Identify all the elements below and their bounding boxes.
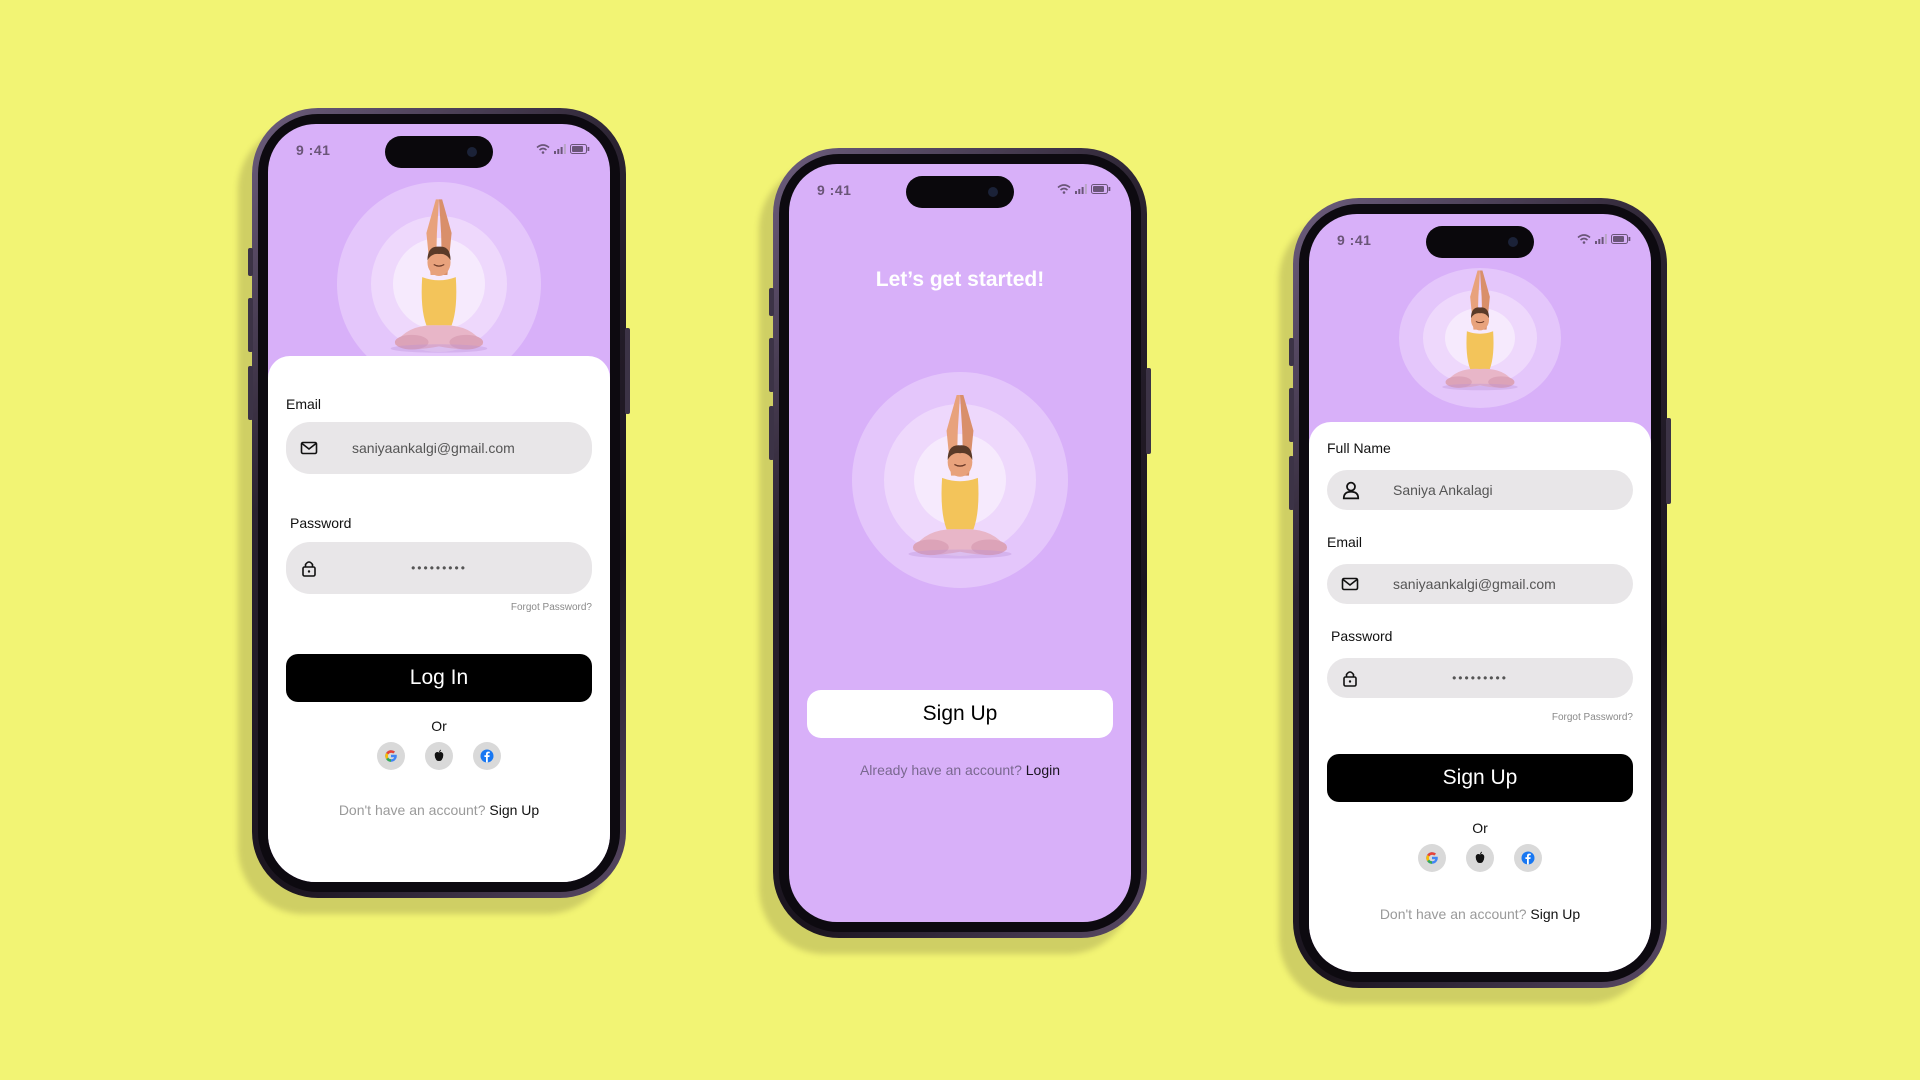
- battery-icon: [1091, 184, 1111, 194]
- forgot-password-link[interactable]: Forgot Password?: [1552, 712, 1633, 723]
- side-button: [1289, 456, 1294, 510]
- hero-illustration: [1399, 268, 1561, 408]
- signal-icon: [1075, 184, 1087, 194]
- welcome-title: Let’s get started!: [875, 268, 1045, 291]
- login-prompt: Already have an account? Login: [789, 762, 1131, 778]
- email-label: Email: [1327, 534, 1363, 550]
- facebook-button[interactable]: [1514, 844, 1542, 872]
- status-time: 9 :41: [296, 142, 331, 158]
- signup-link[interactable]: Sign Up: [489, 802, 539, 818]
- email-field[interactable]: saniyaankalgi@gmail.com: [1327, 564, 1633, 604]
- apple-icon: [434, 749, 444, 761]
- email-label: Email: [286, 396, 322, 412]
- hero-illustration: [852, 372, 1068, 588]
- apple-button[interactable]: [1466, 844, 1494, 872]
- dynamic-island: [385, 136, 493, 168]
- side-button: [625, 328, 630, 414]
- google-icon: [1426, 852, 1438, 864]
- google-icon: [385, 750, 397, 762]
- login-prompt-text: Already have an account?: [859, 762, 1022, 778]
- side-button: [1289, 388, 1294, 442]
- or-divider: Or: [431, 718, 447, 734]
- email-value: saniyaankalgi@gmail.com: [352, 440, 515, 456]
- login-button[interactable]: Log In: [286, 654, 592, 702]
- battery-icon: [570, 144, 590, 154]
- or-divider: Or: [1472, 820, 1488, 836]
- forgot-password-link[interactable]: Forgot Password?: [511, 602, 592, 613]
- facebook-icon: [480, 749, 494, 763]
- password-value: •••••••••: [1452, 671, 1508, 685]
- status-time: 9 :41: [1337, 232, 1372, 248]
- full-name-field[interactable]: Saniya Ankalagi: [1327, 470, 1633, 510]
- side-button: [1289, 338, 1294, 366]
- signup-prompt: Don't have an account? Sign Up: [1309, 906, 1651, 922]
- email-field[interactable]: saniyaankalgi@gmail.com: [286, 422, 592, 474]
- side-button: [769, 288, 774, 316]
- side-button: [1666, 418, 1671, 504]
- user-icon: [1342, 481, 1360, 500]
- mail-icon: [300, 441, 318, 455]
- battery-icon: [1611, 234, 1631, 244]
- dynamic-island: [906, 176, 1014, 208]
- side-button: [1146, 368, 1151, 454]
- password-label: Password: [290, 515, 352, 531]
- mail-icon: [1341, 577, 1359, 591]
- screen: 9 :41 Let’s get started! Sign Up Already…: [789, 164, 1131, 922]
- side-button: [248, 298, 253, 352]
- screen: 9 :41 Email saniyaankalgi@gmail.com Pass…: [268, 124, 610, 882]
- wifi-icon: [536, 144, 550, 154]
- login-link[interactable]: Login: [1026, 762, 1060, 778]
- google-button[interactable]: [377, 742, 405, 770]
- facebook-button[interactable]: [473, 742, 501, 770]
- facebook-icon: [1521, 851, 1535, 865]
- side-button: [769, 338, 774, 392]
- side-button: [769, 406, 774, 460]
- signup-prompt-text: Don't have an account?: [1379, 906, 1527, 922]
- signup-button[interactable]: Sign Up: [807, 690, 1113, 738]
- side-button: [248, 248, 253, 276]
- full-name-label: Full Name: [1327, 440, 1391, 456]
- wifi-icon: [1057, 184, 1071, 194]
- wifi-icon: [1577, 234, 1591, 244]
- password-field[interactable]: •••••••••: [286, 542, 592, 594]
- google-button[interactable]: [1418, 844, 1446, 872]
- dynamic-island: [1426, 226, 1534, 258]
- full-name-value: Saniya Ankalagi: [1393, 482, 1493, 498]
- apple-icon: [1475, 851, 1485, 863]
- signal-icon: [1595, 234, 1607, 244]
- side-button: [248, 366, 253, 420]
- signup-card: Full Name Saniya Ankalagi Email saniyaan…: [1309, 422, 1651, 972]
- social-login-row: [268, 742, 610, 770]
- apple-button[interactable]: [425, 742, 453, 770]
- phone-signup: 9 :41 Full Name Saniya Ankalagi Email sa…: [1289, 198, 1671, 988]
- password-value: •••••••••: [411, 561, 467, 575]
- signup-prompt: Don't have an account? Sign Up: [268, 802, 610, 818]
- signal-icon: [554, 144, 566, 154]
- signup-submit-button[interactable]: Sign Up: [1327, 754, 1633, 802]
- login-card: Email saniyaankalgi@gmail.com Password •…: [268, 356, 610, 882]
- signup-link[interactable]: Sign Up: [1530, 906, 1580, 922]
- password-label: Password: [1331, 628, 1393, 644]
- password-field[interactable]: •••••••••: [1327, 658, 1633, 698]
- phone-login: 9 :41 Email saniyaankalgi@gmail.com Pass…: [248, 108, 630, 898]
- email-value: saniyaankalgi@gmail.com: [1393, 576, 1556, 592]
- status-time: 9 :41: [817, 182, 852, 198]
- signup-prompt-text: Don't have an account?: [338, 802, 486, 818]
- social-signup-row: [1309, 844, 1651, 872]
- phone-welcome: 9 :41 Let’s get started! Sign Up Already…: [769, 148, 1151, 938]
- screen: 9 :41 Full Name Saniya Ankalagi Email sa…: [1309, 214, 1651, 972]
